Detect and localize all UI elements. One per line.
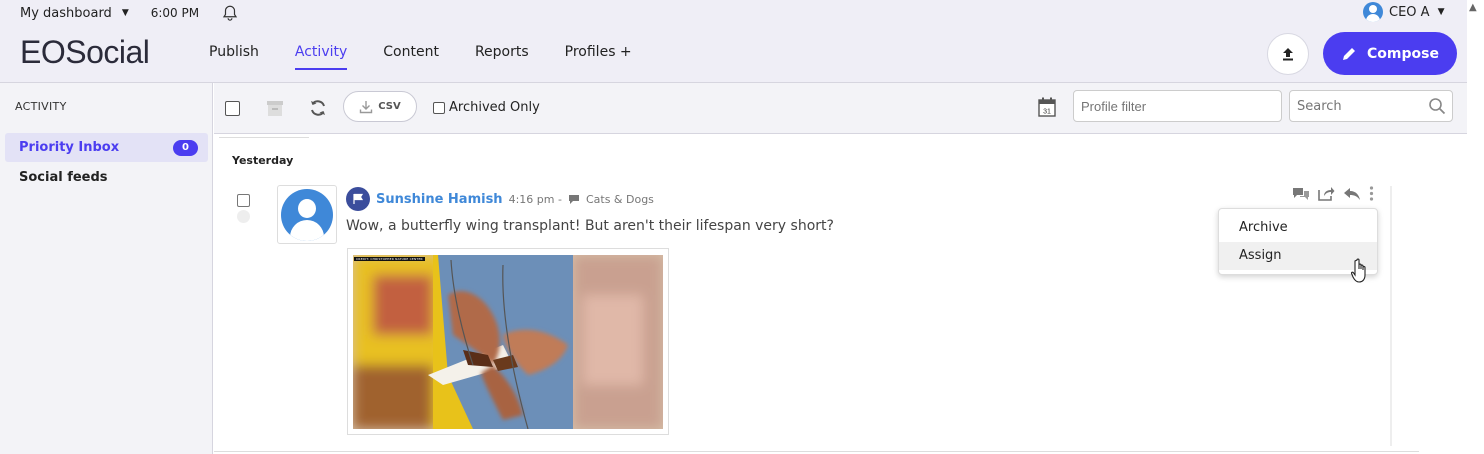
archive-icon[interactable] xyxy=(266,99,284,117)
pencil-icon xyxy=(1343,47,1356,60)
message-image-frame[interactable]: CREDIT: CHRISTOPHER NATURE CENTER xyxy=(347,248,669,435)
calendar-day: 31 xyxy=(1043,109,1051,116)
reply-icon[interactable] xyxy=(1343,187,1361,201)
author-avatar[interactable] xyxy=(277,185,337,244)
message-header: Sunshine Hamish 4:16 pm - Cats & Dogs xyxy=(346,187,654,211)
top-header: My dashboard ▼ 6:00 PM EOSocial Publish … xyxy=(0,0,1467,83)
profile-filter-input[interactable] xyxy=(1073,90,1282,122)
message-time: 4:16 pm - xyxy=(508,192,562,206)
user-name: CEO A xyxy=(1389,4,1430,20)
search-input-wrapper xyxy=(1289,90,1453,122)
brand-logo[interactable]: EOSocial xyxy=(20,34,150,71)
menu-item-archive[interactable]: Archive xyxy=(1219,214,1377,242)
sidebar-item-label: Priority Inbox xyxy=(19,140,120,155)
scroll-up-arrow-icon[interactable]: ▲ xyxy=(1469,2,1477,13)
count-badge: 0 xyxy=(173,140,198,156)
avatar xyxy=(1363,2,1383,22)
nav-publish[interactable]: Publish xyxy=(209,44,259,70)
chevron-down-icon[interactable]: ▼ xyxy=(122,8,129,18)
read-status-dot[interactable] xyxy=(237,210,250,223)
archived-only-toggle[interactable]: Archived Only xyxy=(433,100,540,115)
activity-feed: Yesterday Sunshine Hamish 4:16 pm - Cats… xyxy=(214,134,1467,454)
sidebar-item-label: Social feeds xyxy=(19,170,108,185)
nav-activity[interactable]: Activity xyxy=(294,44,348,70)
csv-label: CSV xyxy=(378,101,401,112)
message-checkbox[interactable] xyxy=(237,194,250,207)
bell-icon[interactable] xyxy=(221,4,239,22)
share-icon[interactable] xyxy=(1318,186,1335,201)
author-name[interactable]: Sunshine Hamish xyxy=(376,192,503,207)
clock-time: 6:00 PM xyxy=(150,6,200,20)
calendar-icon[interactable]: 31 xyxy=(1038,97,1056,117)
csv-export-button[interactable]: CSV xyxy=(343,91,417,122)
conversation-icon[interactable] xyxy=(1292,187,1310,201)
channel-name[interactable]: Cats & Dogs xyxy=(586,193,654,206)
image-credit-caption: CREDIT: CHRISTOPHER NATURE CENTER xyxy=(354,257,425,261)
main-nav: Publish Activity Content Reports Profile… xyxy=(209,44,668,70)
comment-icon xyxy=(568,194,579,204)
upload-button[interactable] xyxy=(1267,33,1309,75)
upload-icon xyxy=(1283,48,1293,61)
divider xyxy=(219,137,309,138)
message-image xyxy=(353,255,663,429)
nav-reports[interactable]: Reports xyxy=(475,44,529,70)
hand-cursor-icon xyxy=(1351,258,1366,283)
archived-only-label: Archived Only xyxy=(449,100,540,115)
flag-icon[interactable] xyxy=(346,187,370,211)
nav-profiles[interactable]: Profiles + xyxy=(565,44,632,70)
user-menu[interactable]: CEO A ▼ xyxy=(1363,2,1444,22)
day-group-label: Yesterday xyxy=(232,154,294,167)
refresh-icon[interactable] xyxy=(308,98,328,118)
sidebar: ACTIVITY Priority Inbox 0 Social feeds xyxy=(0,83,213,454)
search-icon[interactable] xyxy=(1428,97,1446,115)
download-icon xyxy=(360,100,373,113)
message-text: Wow, a butterfly wing transplant! But ar… xyxy=(346,218,834,234)
sidebar-heading: ACTIVITY xyxy=(15,100,67,113)
more-vertical-icon[interactable] xyxy=(1369,186,1374,201)
compose-button[interactable]: Compose xyxy=(1323,32,1457,75)
divider xyxy=(1390,186,1392,446)
chevron-down-icon: ▼ xyxy=(1437,7,1445,17)
select-all-checkbox[interactable] xyxy=(225,101,240,116)
nav-content[interactable]: Content xyxy=(383,44,439,70)
user-placeholder-icon xyxy=(281,188,333,241)
dashboard-selector[interactable]: My dashboard xyxy=(20,6,112,21)
divider xyxy=(214,451,1419,452)
sidebar-item-priority-inbox[interactable]: Priority Inbox 0 xyxy=(5,133,208,162)
message-actions xyxy=(1292,186,1374,201)
archived-only-checkbox[interactable] xyxy=(433,101,445,114)
activity-toolbar: CSV Archived Only 31 xyxy=(214,83,1467,134)
sidebar-item-social-feeds[interactable]: Social feeds xyxy=(5,163,208,192)
dashboard-row: My dashboard ▼ 6:00 PM xyxy=(20,4,239,22)
compose-label: Compose xyxy=(1367,45,1439,62)
